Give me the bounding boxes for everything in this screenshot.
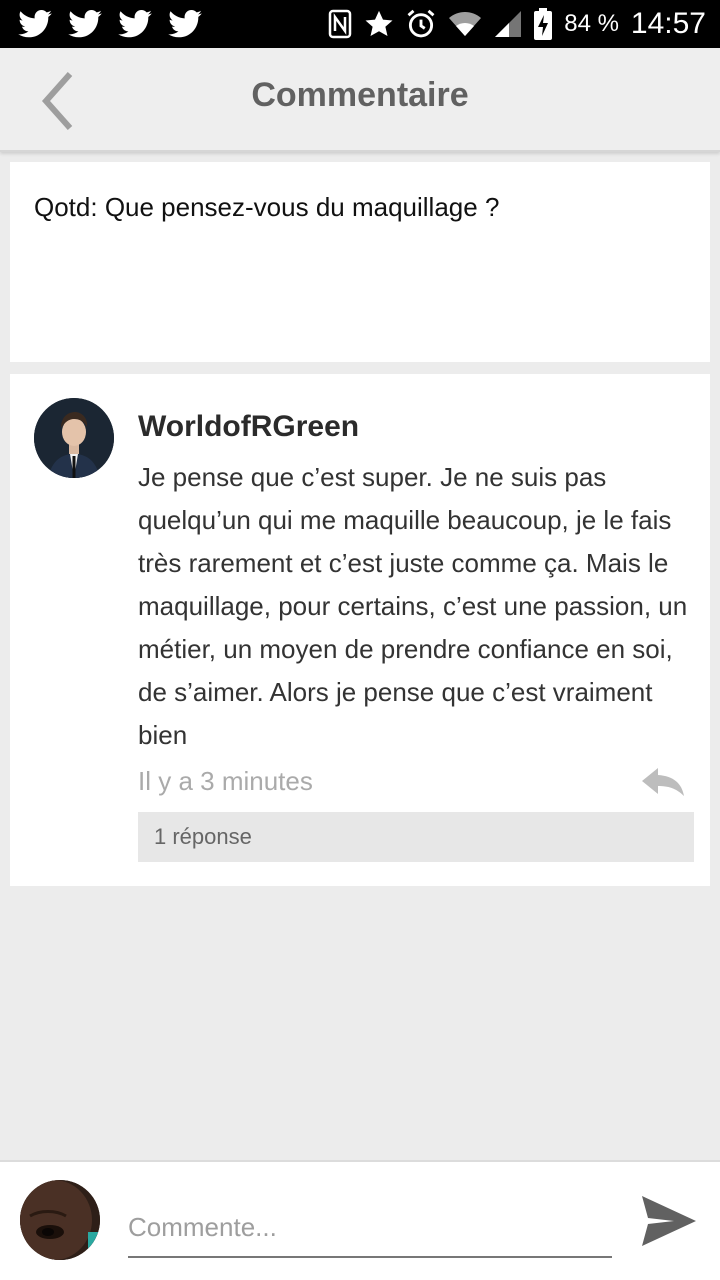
twitter-icon	[18, 10, 52, 38]
alarm-icon	[407, 9, 435, 38]
page-title: Commentaire	[251, 76, 469, 114]
system-icons: 84 % 14:57	[328, 7, 706, 41]
clock: 14:57	[630, 7, 706, 40]
app-bar: Commentaire	[0, 48, 720, 152]
twitter-icon	[68, 10, 102, 38]
avatar[interactable]	[34, 398, 114, 478]
replies-label: 1 réponse	[154, 824, 252, 849]
comment-text: Je pense que c’est super. Je ne suis pas…	[138, 462, 688, 750]
nfc-icon	[328, 9, 352, 39]
twitter-icon	[168, 10, 202, 38]
star-icon	[365, 10, 393, 36]
send-icon	[642, 1196, 696, 1246]
comment-card: WorldofRGreen Je pense que c’est super. …	[10, 374, 710, 886]
battery-charging-icon	[534, 8, 553, 40]
comment-composer	[0, 1160, 720, 1280]
status-bar: 84 % 14:57	[0, 0, 720, 48]
comment-timestamp: Il y a 3 minutes	[138, 766, 313, 796]
replies-button[interactable]: 1 réponse	[138, 812, 694, 862]
signal-icon	[495, 11, 522, 37]
twitter-icon	[118, 10, 152, 38]
battery-percent: 84 %	[564, 10, 619, 37]
post-card: Qotd: Que pensez-vous du maquillage ?	[10, 162, 710, 362]
wifi-icon	[449, 12, 482, 36]
comment-username[interactable]: WorldofRGreen	[138, 410, 359, 444]
send-button[interactable]	[640, 1194, 698, 1248]
user-avatar	[20, 1180, 100, 1260]
reply-icon[interactable]	[640, 766, 686, 800]
post-text: Qotd: Que pensez-vous du maquillage ?	[34, 192, 500, 222]
notification-icons	[18, 10, 202, 38]
comment-input[interactable]	[128, 1198, 612, 1258]
